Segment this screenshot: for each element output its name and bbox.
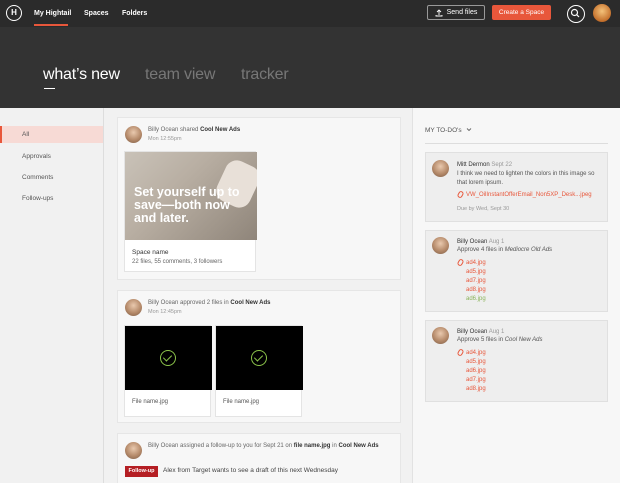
space-name: Mediocre Old Ads (504, 247, 553, 253)
todo-author: Billy Ocean Aug 1 (457, 329, 504, 335)
todo-item[interactable] (425, 320, 608, 402)
file-link[interactable]: ad4.jpg (466, 260, 486, 266)
file-card[interactable]: File name.jpg (124, 325, 212, 417)
file-link[interactable]: ad7.jpg (466, 377, 486, 383)
file-thumbnail (216, 326, 303, 390)
file-link[interactable]: ad4.jpg (466, 350, 486, 356)
follow-up-badge: Follow-up (125, 466, 158, 477)
nav-my-hightail[interactable]: My Hightail (34, 10, 71, 17)
file-link[interactable]: ad8.jpg (466, 287, 486, 293)
todo-task: Approve 4 files in Mediocre Old Ads (457, 246, 552, 255)
avatar (432, 160, 449, 177)
approved-check-icon (160, 350, 176, 366)
preposition: in (332, 443, 337, 449)
action-text: assigned a follow-up to you for Sept 21 … (180, 443, 293, 449)
divider (425, 143, 608, 144)
todo-item[interactable] (425, 152, 608, 222)
user-name: Billy Ocean (148, 443, 179, 449)
file-link[interactable]: ad6.jpg (466, 368, 486, 374)
file-link[interactable]: ad7.jpg (466, 278, 486, 284)
todo-author: Billy Ocean Aug 1 (457, 239, 504, 245)
author-name: Billy Ocean (457, 239, 488, 245)
divider (103, 108, 104, 483)
file-name: File name.jpg (223, 399, 260, 405)
todo-comment: I think we need to lighten the colors in… (457, 171, 595, 186)
todo-task: Approve 5 files in Cool New Ads (457, 336, 543, 345)
tab-whats-new[interactable]: what’s new (43, 66, 120, 84)
create-space-button[interactable]: Create a Space (492, 5, 551, 20)
space-stats: 22 files, 55 comments, 3 followers (132, 259, 223, 265)
file-link-approved[interactable]: ad6.jpg (466, 296, 486, 302)
tab-team-view[interactable]: team view (145, 66, 215, 84)
file-card[interactable]: File name.jpg (215, 325, 303, 417)
action-text: shared (180, 127, 199, 133)
todo-header: MY TO-DO's (425, 127, 462, 134)
author-name: Mitt Dermon (457, 162, 490, 168)
task-text: Approve 5 files in (457, 337, 504, 343)
todo-date: Sept 22 (491, 162, 513, 168)
user-name: Billy Ocean (148, 300, 179, 306)
author-name: Billy Ocean (457, 329, 488, 335)
file-link[interactable]: ad8.jpg (466, 386, 486, 392)
active-tab-underline (44, 88, 55, 89)
timestamp: Mon 12:55pm (148, 136, 182, 142)
feed-card-follow-up (117, 433, 401, 483)
avatar (125, 126, 142, 143)
user-avatar[interactable] (593, 4, 611, 22)
due-date: Due by Wed, Sept 30 (457, 206, 510, 212)
user-name: Billy Ocean (148, 127, 179, 133)
approved-check-icon (251, 350, 267, 366)
avatar (125, 442, 142, 459)
sidebar-item-comments[interactable]: Comments (0, 169, 103, 186)
file-link[interactable]: ad5.jpg (466, 359, 486, 365)
search-icon (570, 8, 580, 18)
activity-text: Billy Ocean shared Cool New Ads (148, 127, 240, 133)
space-link[interactable]: Cool New Ads (338, 443, 378, 449)
file-name: File name.jpg (132, 399, 169, 405)
avatar (432, 237, 449, 254)
file-link[interactable]: file name.jpg (294, 443, 331, 449)
sidebar-item-all[interactable]: All (0, 126, 103, 143)
space-name: Cool New Ads (504, 337, 543, 343)
hightail-logo[interactable]: H (6, 5, 22, 21)
space-thumbnail: Set yourself up to save—both now and lat… (125, 152, 257, 240)
send-files-label: Send files (446, 9, 478, 16)
thumbnail-text: Set yourself up to save—both now and lat… (134, 185, 240, 225)
tab-tracker[interactable]: tracker (241, 66, 289, 84)
sidebar-item-approvals[interactable]: Approvals (0, 148, 103, 165)
top-bar: H My Hightail Spaces Folders Send files … (0, 0, 620, 27)
space-card[interactable]: Set yourself up to save—both now and lat… (124, 151, 257, 272)
activity-text: Billy Ocean assigned a follow-up to you … (148, 443, 379, 449)
space-link[interactable]: Cool New Ads (230, 300, 270, 306)
nav-folders[interactable]: Folders (122, 10, 147, 17)
avatar (432, 327, 449, 344)
activity-text: Billy Ocean approved 2 files in Cool New… (148, 300, 271, 306)
space-link[interactable]: Cool New Ads (200, 127, 240, 133)
avatar (125, 299, 142, 316)
send-files-button[interactable]: Send files (427, 5, 485, 20)
space-name: Space name (132, 249, 169, 256)
nav-spaces[interactable]: Spaces (84, 10, 109, 17)
action-text: approved 2 files in (180, 300, 229, 306)
nav-active-indicator (34, 24, 68, 26)
todo-dropdown[interactable]: MY TO-DO's (425, 127, 472, 134)
todo-author: Mitt Dermon Sept 22 (457, 162, 512, 168)
todo-item[interactable] (425, 230, 608, 312)
task-text: Approve 4 files in (457, 247, 504, 253)
file-link[interactable]: ad5.jpg (466, 269, 486, 275)
follow-up-message: Alex from Target wants to see a draft of… (163, 467, 338, 474)
file-thumbnail (125, 326, 212, 390)
upload-icon (435, 8, 443, 16)
todo-date: Aug 1 (488, 329, 505, 335)
timestamp: Mon 12:45pm (148, 309, 182, 315)
search-button[interactable] (567, 5, 585, 23)
attachment-link[interactable]: VW_OilInstantOfferEmail_Non5XP_Desk...jp… (466, 192, 592, 198)
todo-date: Aug 1 (488, 239, 505, 245)
chevron-down-icon (467, 128, 472, 132)
sidebar-item-follow-ups[interactable]: Follow-ups (0, 190, 103, 207)
